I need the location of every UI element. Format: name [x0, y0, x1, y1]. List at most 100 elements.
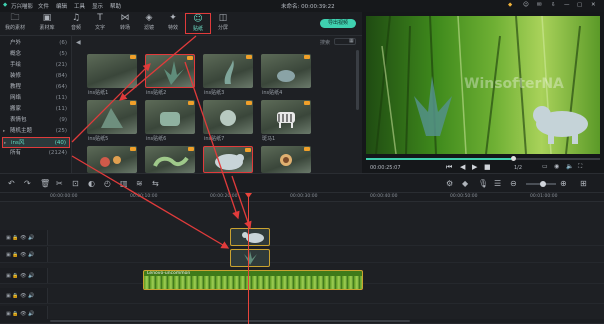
tab-effects[interactable]: ✦ 特效: [160, 13, 186, 34]
sticker-label-2: ins贴纸2: [146, 90, 167, 96]
zoom-in-icon[interactable]: ⊕: [560, 174, 567, 194]
track-controls-icon[interactable]: ▣ 🔒 👁 🔊: [6, 252, 34, 258]
crop-icon[interactable]: ⊡: [72, 174, 79, 194]
sticker-thumbnail-5[interactable]: [87, 100, 137, 134]
tab-filter[interactable]: ◈ 滤镜: [136, 13, 162, 34]
redo-icon[interactable]: ↷: [24, 174, 31, 194]
speed-icon[interactable]: ◴: [104, 174, 111, 194]
sidebar-item-network[interactable]: 网络 (11): [2, 93, 70, 104]
marker-icon[interactable]: ◆: [462, 174, 468, 194]
export-button[interactable]: 导出视频: [320, 19, 356, 28]
playback-speed[interactable]: 1/2: [514, 165, 522, 171]
track-row: ▣ 🔒 👁 🔊: [0, 288, 604, 304]
media-icon: ▣: [42, 13, 52, 23]
tab-stickers[interactable]: ☺ 贴纸: [185, 13, 211, 34]
tab-text[interactable]: T 文字: [87, 13, 113, 34]
library-scrollbar[interactable]: [356, 50, 359, 110]
tab-my-media[interactable]: 🗀 我的素材: [2, 13, 28, 34]
sidebar-item-moving[interactable]: 搬家 (11): [2, 104, 70, 115]
track-header: ▣ 🔒 👁 🔊: [0, 247, 48, 262]
sidebar-item-all[interactable]: 所有 (2124): [2, 148, 70, 159]
zoom-slider[interactable]: [526, 181, 556, 187]
account-icon[interactable]: ☺: [523, 2, 529, 8]
sticker-thumbnail-8[interactable]: [261, 100, 311, 134]
menu-file[interactable]: 文件: [38, 2, 49, 10]
sidebar-item-random-theme[interactable]: ▸ 随机主题 (25): [2, 126, 70, 137]
color-icon[interactable]: ◐: [88, 174, 95, 194]
green-screen-icon[interactable]: ▥: [120, 174, 128, 194]
preview-progress-track[interactable]: [366, 158, 600, 160]
effects-icon: ✦: [169, 13, 177, 23]
volume-icon[interactable]: 🔈: [566, 163, 573, 170]
tab-split-screen[interactable]: ◫ 分屏: [210, 13, 236, 34]
minimize-icon[interactable]: —: [564, 2, 570, 8]
sidebar-item-decoration[interactable]: 装修 (84): [2, 71, 70, 82]
previous-frame-icon[interactable]: ⏮: [446, 163, 452, 172]
sticker-thumbnail-4[interactable]: [261, 54, 311, 88]
diamond-icon[interactable]: ◆: [508, 2, 512, 8]
menu-tools[interactable]: 工具: [74, 2, 85, 10]
sticker-thumbnail-7[interactable]: [203, 100, 253, 134]
sticker-label-3: ins贴纸3: [204, 90, 225, 96]
sidebar-item-outdoor[interactable]: 户外 (6): [2, 38, 70, 49]
sticker-thumbnail-3[interactable]: [203, 54, 253, 88]
sidebar-item-tutorial[interactable]: 教程 (64): [2, 82, 70, 93]
maximize-icon[interactable]: ▢: [577, 2, 582, 8]
track-controls-icon[interactable]: ▣ 🔒 👁 🔊: [6, 273, 34, 279]
menu-help[interactable]: 帮助: [110, 2, 121, 10]
sticker-label-7: ins贴纸7: [204, 136, 225, 142]
fullscreen-icon[interactable]: ⛶: [578, 163, 582, 171]
sidebar-item-emoji[interactable]: 表情包 (9): [2, 115, 70, 126]
monitor-icon[interactable]: ▭: [542, 163, 548, 170]
zoom-out-icon[interactable]: ⊖: [510, 174, 517, 194]
sidebar-item-handdrawn[interactable]: 手绘 (21): [2, 60, 70, 71]
sticker-thumbnail-hippo[interactable]: [203, 146, 253, 173]
sticker-thumbnail-12[interactable]: [261, 146, 311, 173]
sticker-thumbnail-6[interactable]: [145, 100, 195, 134]
sticker-thumbnail-9[interactable]: [87, 146, 137, 173]
step-back-icon[interactable]: ◀: [460, 163, 465, 171]
timeline-ruler[interactable]: 00:00:00:00 00:00:10:00 00:00:20:00 00:0…: [0, 193, 604, 202]
grid-view-icon[interactable]: ▦: [349, 38, 354, 44]
ripple-icon[interactable]: ⇆: [152, 174, 159, 194]
download-icon[interactable]: ⇩: [551, 2, 556, 8]
preview-timecode: 00:00:25:07: [370, 165, 401, 171]
playhead[interactable]: [248, 193, 249, 324]
category-sidebar: 户外 (6) 概念 (5) 手绘 (21) 装修 (84) 教程 (64) 网络 (11) …: [0, 36, 72, 173]
tab-stock-media[interactable]: ▣ 素材库: [34, 13, 60, 34]
video-clip[interactable]: Lenovo-uncommon: [143, 270, 363, 290]
close-icon[interactable]: ✕: [591, 2, 596, 8]
sticker-thumbnail-2[interactable]: [145, 54, 195, 88]
play-icon[interactable]: ▶: [472, 163, 477, 171]
mail-icon[interactable]: ✉: [537, 2, 542, 8]
sticker-thumbnail-1[interactable]: [87, 54, 137, 88]
fit-icon[interactable]: ⊞: [580, 174, 587, 194]
tab-transition[interactable]: ⋈ 转场: [112, 13, 138, 34]
sticker-thumbnail-10[interactable]: [145, 146, 195, 173]
sticker-label-1: ins贴纸1: [88, 90, 109, 96]
menu-edit[interactable]: 编辑: [56, 2, 67, 10]
delete-icon[interactable]: 🗑: [40, 174, 50, 194]
sidebar-item-concept[interactable]: 概念 (5): [2, 49, 70, 60]
snapshot-icon[interactable]: ◉: [554, 163, 559, 170]
sticker-label-6: ins贴纸6: [146, 136, 167, 142]
hippo-sticker-clip[interactable]: [230, 228, 270, 246]
preview-progress-handle[interactable]: [511, 156, 516, 161]
stop-icon[interactable]: ■: [484, 163, 491, 171]
menu-view[interactable]: 显示: [92, 2, 103, 10]
plant-sticker-clip[interactable]: [230, 249, 270, 267]
undo-icon[interactable]: ↶: [8, 174, 15, 194]
sidebar-item-ins-style[interactable]: ▸ ins风 (40): [2, 137, 70, 148]
back-arrow-icon[interactable]: ◀: [76, 39, 81, 46]
render-icon[interactable]: ⚙: [446, 174, 453, 194]
track-controls-icon[interactable]: ▣ 🔒 👁 🔊: [6, 293, 34, 299]
timeline-scrollbar[interactable]: [0, 319, 604, 323]
track-controls-icon[interactable]: ▣ 🔒 👁 🔊: [6, 311, 34, 317]
track-controls-icon[interactable]: ▣ 🔒 👁 🔊: [6, 235, 34, 241]
tab-audio[interactable]: ♫ 音频: [63, 13, 89, 34]
track-row: ▣ 🔒 👁 🔊: [0, 247, 604, 263]
voiceover-icon[interactable]: 🎙: [478, 174, 488, 194]
cut-icon[interactable]: ✂: [56, 174, 63, 194]
mixer-icon[interactable]: ☰: [494, 174, 501, 194]
audio-wave-icon[interactable]: ≋: [136, 174, 143, 194]
